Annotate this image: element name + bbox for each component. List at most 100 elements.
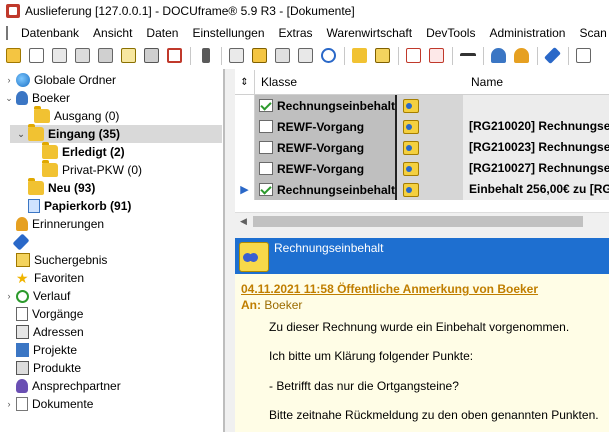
- trash-icon: [28, 199, 40, 213]
- glasses-icon[interactable]: [458, 46, 477, 65]
- menu-scan[interactable]: Scan: [572, 26, 609, 40]
- horizontal-splitter[interactable]: [235, 229, 609, 238]
- folder-add-icon[interactable]: [427, 46, 446, 65]
- table-row[interactable]: Rechnungseinbehalt: [235, 95, 609, 116]
- pin-icon[interactable]: [543, 46, 562, 65]
- note-header-link[interactable]: 04.11.2021 11:58 Öffentliche Anmerkung v…: [241, 282, 538, 296]
- menu-datenbank[interactable]: Datenbank: [14, 26, 86, 40]
- edit-icon[interactable]: [273, 46, 292, 65]
- toolbar-separator: [568, 46, 569, 65]
- preview-header: Rechnungseinbehalt: [235, 238, 609, 274]
- tree-item-favoriten[interactable]: ★ Favoriten: [14, 269, 84, 287]
- tree-item-globale-ordner[interactable]: › Globale Ordner: [4, 71, 116, 89]
- move-icon[interactable]: [373, 46, 392, 65]
- calendar-icon[interactable]: [165, 46, 184, 65]
- tree-item-ansprechpartner[interactable]: Ansprechpartner: [14, 377, 121, 395]
- tree-item-erinnerungen[interactable]: Erinnerungen: [14, 215, 104, 233]
- tag-icon[interactable]: [119, 46, 138, 65]
- tree-item-dokumente[interactable]: › Dokumente: [4, 395, 93, 413]
- tree-item-boeker[interactable]: ⌄ Boeker: [4, 89, 70, 107]
- process-type-icon: [403, 182, 419, 197]
- star-icon: ★: [16, 270, 29, 286]
- phone-icon[interactable]: [196, 46, 215, 65]
- tree-item-label: Adressen: [33, 325, 84, 339]
- scrollbar-thumb[interactable]: [253, 215, 583, 227]
- chevron-down-icon[interactable]: ⌄: [16, 129, 26, 140]
- menu-bar: Datenbank Ansicht Daten Einstellungen Ex…: [0, 22, 609, 43]
- menu-administration[interactable]: Administration: [482, 26, 572, 40]
- tree-item-papierkorb[interactable]: Papierkorb (91): [26, 197, 131, 215]
- search-icon[interactable]: [319, 46, 338, 65]
- reply-icon[interactable]: [73, 46, 92, 65]
- title-bar: Auslieferung [127.0.0.1] - DOCUframe® 5.…: [0, 0, 609, 22]
- address-icon: [16, 325, 29, 339]
- users-icon[interactable]: [489, 46, 508, 65]
- system-menu-icon[interactable]: [6, 25, 8, 40]
- cell-klasse: Rechnungseinbehalt: [276, 98, 395, 113]
- paste-icon[interactable]: [250, 46, 269, 65]
- folder-tree: › Globale Ordner ⌄ Boeker Ausgang (0) ⌄ …: [0, 69, 224, 432]
- tree-item-eingang[interactable]: ⌄ Eingang (35): [10, 124, 222, 143]
- window-icon[interactable]: [574, 46, 593, 65]
- folder-icon: [28, 124, 44, 141]
- table-row[interactable]: REWF-Vorgang [RG210020] Rechnungseingang: [235, 116, 609, 137]
- menu-daten[interactable]: Daten: [139, 26, 185, 40]
- recipient-label: An:: [241, 298, 261, 312]
- tree-item-privat-pkw[interactable]: Privat-PKW (0): [40, 160, 142, 179]
- cell-name: [RG210027] Rechnungseingang: [463, 158, 609, 179]
- process-type-icon: [403, 161, 419, 176]
- table-icon[interactable]: [296, 46, 315, 65]
- scroll-left-icon[interactable]: ◀: [235, 216, 252, 227]
- horizontal-scrollbar[interactable]: ◀: [235, 212, 609, 229]
- tree-item-verlauf[interactable]: › Verlauf: [4, 287, 71, 305]
- grid-header: ⇕ Klasse Name: [235, 69, 609, 95]
- folder-icon[interactable]: [350, 46, 369, 65]
- tree-item-adressen[interactable]: Adressen: [14, 323, 84, 341]
- column-header-name[interactable]: Name: [471, 70, 503, 95]
- menu-einstellungen[interactable]: Einstellungen: [185, 26, 271, 40]
- row-indicator: [235, 137, 255, 158]
- menu-devtools[interactable]: DevTools: [419, 26, 482, 40]
- check-icon: [259, 183, 273, 196]
- checkbox-icon: [259, 120, 273, 133]
- table-row[interactable]: REWF-Vorgang [RG210027] Rechnungseingang: [235, 158, 609, 179]
- attachment-icon[interactable]: [96, 46, 115, 65]
- tree-item-label: Verlauf: [33, 289, 71, 303]
- process-type-icon: [403, 119, 419, 134]
- process-type-icon: [403, 140, 419, 155]
- user-group-icon[interactable]: [512, 46, 531, 65]
- tree-item-label: Favoriten: [34, 271, 85, 285]
- note-paragraph: Bitte zeitnahe Rückmeldung zu den oben g…: [269, 408, 599, 422]
- tree-item-produkte[interactable]: Produkte: [14, 359, 81, 377]
- recipient-value: Boeker: [264, 298, 303, 312]
- menu-warenwirtschaft[interactable]: Warenwirtschaft: [320, 26, 420, 40]
- chevron-down-icon[interactable]: ⌄: [4, 93, 14, 104]
- new-document-icon[interactable]: [4, 46, 23, 65]
- tree-item-projekte[interactable]: Projekte: [14, 341, 77, 359]
- chevron-right-icon[interactable]: ›: [4, 75, 14, 85]
- delete-icon[interactable]: [404, 46, 423, 65]
- table-row-selected[interactable]: ▶ Rechnungseinbehalt Einbehalt 256,00€ z…: [235, 179, 609, 200]
- document-icon[interactable]: [50, 46, 69, 65]
- note-paragraph: Ich bitte um Klärung folgender Punkte:: [269, 349, 474, 363]
- tree-item-vorgaenge[interactable]: Vorgänge: [14, 305, 83, 323]
- tree-item-ausgang[interactable]: Ausgang (0): [22, 106, 119, 125]
- sort-icon[interactable]: ⇕: [235, 69, 255, 95]
- print-icon[interactable]: [142, 46, 161, 65]
- tree-item-pinned[interactable]: [12, 233, 30, 251]
- copy-icon[interactable]: [227, 46, 246, 65]
- envelope-icon[interactable]: [27, 46, 46, 65]
- tree-item-erledigt[interactable]: Erledigt (2): [40, 142, 125, 161]
- tree-item-neu[interactable]: Neu (93): [26, 178, 95, 197]
- tree-item-suchergebnis[interactable]: Suchergebnis: [14, 251, 107, 269]
- cell-klasse: REWF-Vorgang: [277, 161, 365, 176]
- bell-icon: [16, 217, 28, 231]
- column-header-klasse[interactable]: Klasse: [261, 70, 297, 95]
- chevron-right-icon[interactable]: ›: [4, 291, 14, 301]
- menu-extras[interactable]: Extras: [272, 26, 320, 40]
- chevron-right-icon[interactable]: ›: [4, 399, 14, 409]
- tree-border: [224, 69, 225, 432]
- vertical-splitter[interactable]: [224, 69, 235, 432]
- table-row[interactable]: REWF-Vorgang [RG210023] Rechnungseingang: [235, 137, 609, 158]
- menu-ansicht[interactable]: Ansicht: [86, 26, 139, 40]
